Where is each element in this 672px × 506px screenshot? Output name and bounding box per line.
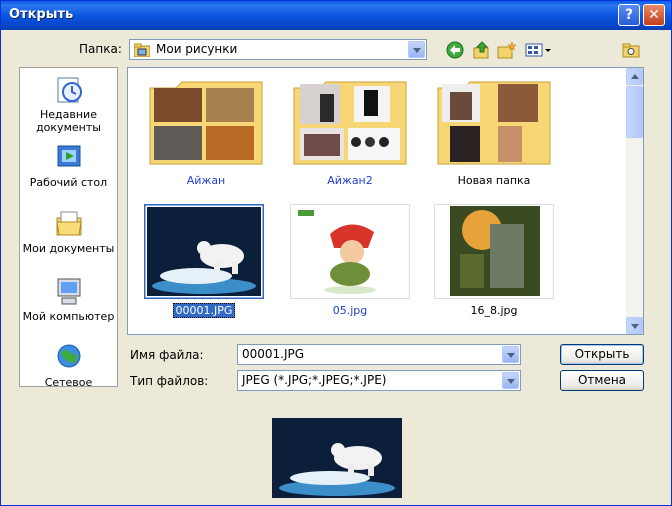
file-name: 05.jpg — [332, 304, 368, 317]
open-dialog: Открыть ? ✕ Папка: Мои рисунки Недавние … — [0, 0, 672, 506]
folder-thumbnail-icon — [149, 81, 263, 165]
image-thumbnail-gnome — [290, 204, 410, 299]
tools-icon[interactable] — [621, 40, 641, 60]
place-recent-documents[interactable]: Недавние документы — [20, 74, 117, 134]
pictures-folder-icon — [134, 43, 150, 57]
lookin-value: Мои рисунки — [156, 42, 238, 56]
cancel-button[interactable]: Отмена — [560, 370, 644, 391]
close-button[interactable]: ✕ — [643, 4, 665, 26]
file-name: Айжан — [186, 174, 226, 187]
folder-thumbnail-icon — [293, 81, 407, 165]
file-name: Айжан2 — [327, 174, 373, 187]
view-menu-icon[interactable] — [524, 40, 552, 60]
window-title: Открыть — [9, 7, 74, 22]
filetype-label: Тип файлов: — [130, 374, 209, 388]
places-bar: Недавние документы Рабочий стол Мои доку… — [19, 67, 118, 389]
place-my-computer[interactable]: Мой компьютер — [20, 276, 117, 323]
filename-input[interactable]: 00001.JPG — [237, 344, 521, 365]
filename-label: Имя файла: — [130, 348, 204, 362]
scroll-thumb[interactable] — [626, 86, 643, 138]
new-folder-icon[interactable] — [497, 40, 517, 60]
lookin-label: Папка: — [79, 42, 122, 56]
filetype-value: JPEG (*.JPG;*.JPEG;*.JPE) — [242, 373, 387, 387]
filename-value: 00001.JPG — [242, 347, 305, 361]
network-icon — [57, 344, 80, 368]
recent-documents-icon — [57, 77, 82, 103]
file-list-scrollbar[interactable] — [626, 68, 643, 334]
my-documents-icon — [55, 211, 82, 236]
place-label: Мой компьютер — [22, 310, 115, 323]
scroll-up-button[interactable] — [626, 68, 643, 85]
my-computer-icon — [57, 278, 80, 305]
place-my-documents[interactable]: Мои документы — [20, 208, 117, 255]
place-desktop[interactable]: Рабочий стол — [20, 142, 117, 189]
filetype-dropdown-arrow[interactable] — [502, 372, 519, 389]
place-network[interactable]: Сетевое — [20, 342, 117, 389]
help-button[interactable]: ? — [618, 4, 640, 26]
file-name: 16_8.jpg — [470, 304, 518, 317]
folder-thumbnail-icon — [437, 81, 551, 165]
place-label: Сетевое — [44, 376, 93, 389]
scroll-down-button[interactable] — [626, 317, 643, 334]
file-name: Новая папка — [457, 174, 531, 187]
filename-dropdown-arrow[interactable] — [502, 346, 519, 363]
place-label: Мои документы — [22, 242, 115, 255]
image-thumbnail-abstract — [434, 204, 554, 299]
image-preview — [272, 418, 402, 498]
file-list[interactable]: Айжан Айжан2 Новая папка 00001.JPG 05.jp… — [127, 67, 644, 335]
lookin-dropdown-arrow[interactable] — [408, 41, 425, 58]
file-name-selected: 00001.JPG — [172, 303, 236, 318]
open-button[interactable]: Открыть — [560, 344, 644, 365]
place-label: Недавние документы — [36, 108, 101, 134]
filetype-dropdown[interactable]: JPEG (*.JPG;*.JPEG;*.JPE) — [237, 370, 521, 391]
title-bar[interactable]: Открыть ? ✕ — [1, 1, 671, 30]
lookin-dropdown[interactable]: Мои рисунки — [129, 39, 427, 60]
image-thumbnail-polar-bear — [144, 204, 264, 299]
back-icon[interactable] — [445, 40, 465, 60]
desktop-icon — [57, 145, 80, 167]
place-label: Рабочий стол — [29, 176, 108, 189]
file-name: 00001.JPG — [144, 303, 264, 318]
up-folder-icon[interactable] — [472, 40, 492, 60]
